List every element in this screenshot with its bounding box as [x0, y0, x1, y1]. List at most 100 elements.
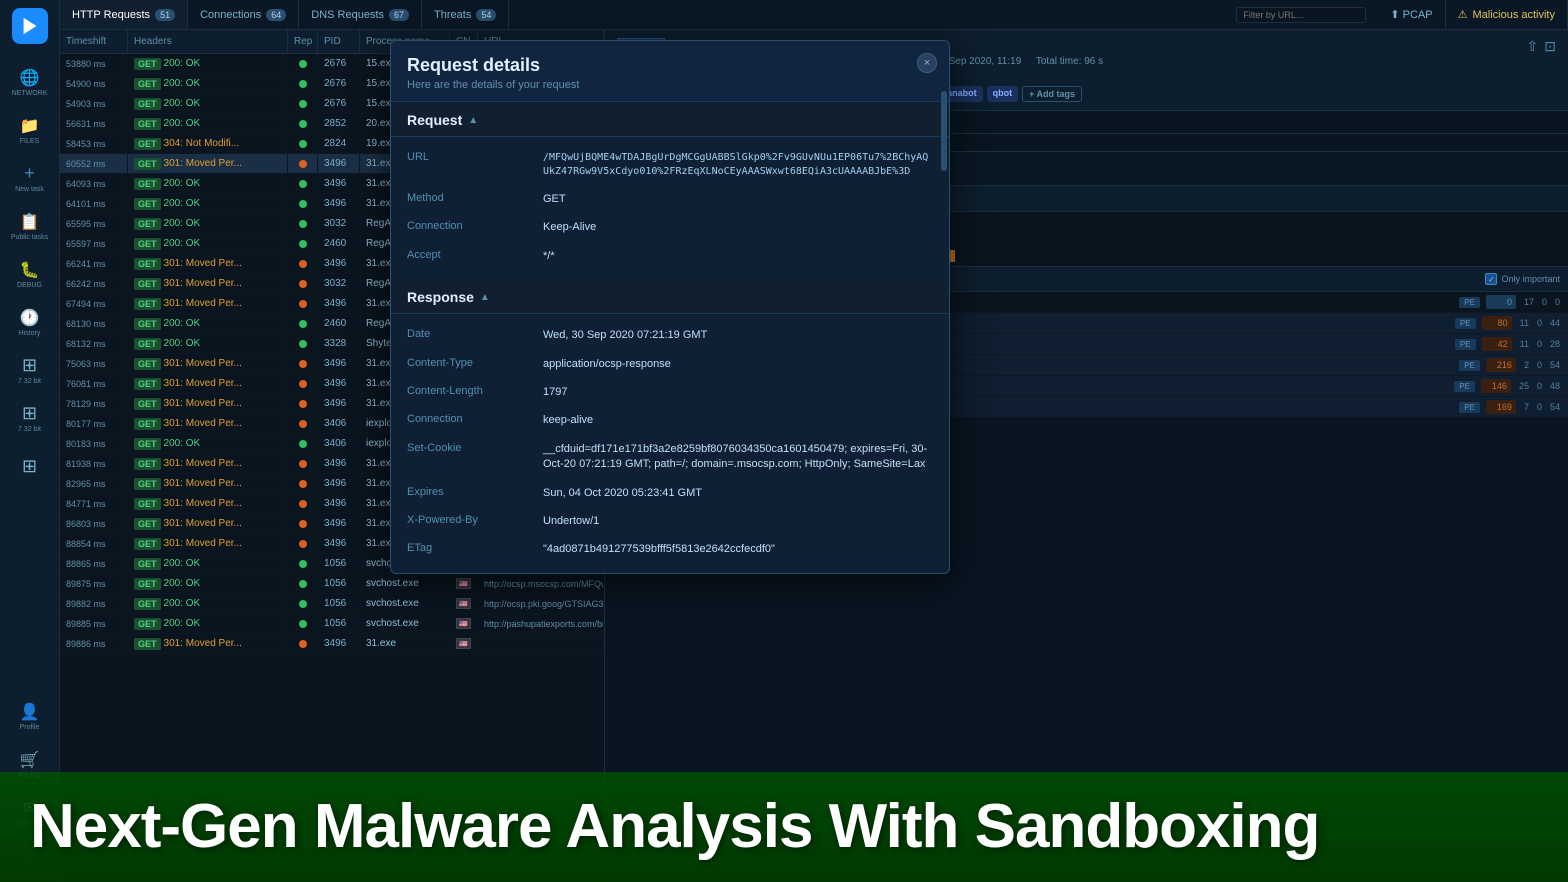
td-pid: 3496 — [318, 634, 360, 653]
only-important-checkbox[interactable] — [1485, 273, 1497, 285]
sidebar-item-network[interactable]: 🌐 NETWORK — [8, 60, 52, 104]
td-pid: 3496 — [318, 254, 360, 273]
modal-title: Request details — [407, 55, 933, 76]
field-expires: Expires Sun, 04 Oct 2020 05:23:41 GMT — [407, 480, 933, 508]
process-type: PE — [1459, 297, 1480, 308]
td-headers: GET200: OK — [128, 94, 288, 113]
process-type: PE — [1455, 339, 1476, 350]
td-cn: 🇺🇸 — [450, 594, 478, 613]
process-stats: 146 25 0 48 — [1481, 379, 1560, 393]
modal-header: Request details Here are the details of … — [391, 41, 949, 102]
table-row[interactable]: 89875 ms GET200: OK 1056 svchost.exe 🇺🇸 … — [60, 574, 604, 594]
td-headers: GET200: OK — [128, 214, 288, 233]
sidebar-item-public-tasks[interactable]: 📋 Public tasks — [8, 204, 52, 248]
filter-url-input[interactable] — [1236, 7, 1366, 23]
tab-connections[interactable]: Connections 64 — [188, 0, 299, 29]
share-icon[interactable]: ⇧ — [1527, 38, 1539, 55]
td-rep — [288, 134, 318, 153]
table-row[interactable]: 89882 ms GET200: OK 1056 svchost.exe 🇺🇸 … — [60, 594, 604, 614]
field-method: Method GET — [407, 186, 933, 214]
td-ts: 65597 ms — [60, 234, 128, 253]
td-ts: 53880 ms — [60, 54, 128, 73]
sidebar-item-debug[interactable]: 🐛 DEBUG — [8, 252, 52, 296]
tab-threats[interactable]: Threats 54 — [422, 0, 509, 29]
tab-http-requests[interactable]: HTTP Requests 51 — [60, 0, 188, 29]
td-headers: GET301: Moved Per... — [128, 514, 288, 533]
field-accept-value: */* — [543, 249, 933, 264]
th-headers: Headers — [128, 30, 288, 53]
process-type: PE — [1459, 402, 1480, 413]
td-ts: 66241 ms — [60, 254, 128, 273]
tag-qbot[interactable]: qbot — [987, 86, 1019, 102]
modal-close-button[interactable]: × — [917, 53, 937, 73]
maximize-icon[interactable]: ⊡ — [1544, 38, 1556, 55]
td-rep — [288, 74, 318, 93]
sidebar-item-history[interactable]: 🕐 History — [8, 300, 52, 344]
td-rep — [288, 174, 318, 193]
app-logo[interactable] — [12, 8, 48, 44]
new-task-icon: + — [24, 163, 35, 184]
td-pid: 3496 — [318, 534, 360, 553]
td-pname: svchost.exe — [360, 594, 450, 613]
debug-icon: 🐛 — [20, 260, 40, 280]
tab-dns-label: DNS Requests — [311, 9, 384, 21]
top-tab-bar: HTTP Requests 51 Connections 64 DNS Requ… — [60, 0, 1568, 30]
stat-value: 216 — [1486, 358, 1516, 372]
td-headers: GET301: Moved Per... — [128, 154, 288, 173]
td-headers: GET200: OK — [128, 314, 288, 333]
tab-dns-requests[interactable]: DNS Requests 67 — [299, 0, 422, 29]
field-etag: ETag "4ad0871b491277539bfff5f5813e2642cc… — [407, 536, 933, 564]
process-stats: 42 11 0 28 — [1482, 337, 1560, 351]
profile-icon: 👤 — [20, 702, 40, 722]
tab-malicious-activity[interactable]: ⚠ Malicious activity — [1445, 0, 1568, 29]
process-type: PE — [1454, 381, 1475, 392]
td-headers: GET301: Moved Per... — [128, 494, 288, 513]
response-section-header[interactable]: Response ▲ — [391, 279, 949, 314]
request-section-header[interactable]: Request ▲ — [391, 102, 949, 137]
td-rep — [288, 254, 318, 273]
td-ts: 60552 ms — [60, 154, 128, 173]
sidebar-item-new-task[interactable]: + New task — [8, 156, 52, 200]
field-accept: Accept */* — [407, 243, 933, 271]
td-ts: 89886 ms — [60, 634, 128, 653]
td-pid: 3496 — [318, 494, 360, 513]
td-ts: 80177 ms — [60, 414, 128, 433]
td-headers: GET200: OK — [128, 194, 288, 213]
td-headers: GET200: OK — [128, 74, 288, 93]
field-url: URL /MFQwUjBQME4wTDAJBgUrDgMCGgUABBSlGkp… — [407, 145, 933, 186]
td-pid: 3406 — [318, 434, 360, 453]
table-row[interactable]: 89885 ms GET200: OK 1056 svchost.exe 🇺🇸 … — [60, 614, 604, 634]
td-rep — [288, 394, 318, 413]
malicious-activity-icon: ⚠ — [1458, 8, 1468, 21]
modal-subtitle: Here are the details of your request — [407, 79, 933, 91]
sidebar-item-win7-2[interactable]: ⊞ 7 32 bit — [8, 396, 52, 440]
request-details-modal: Request details Here are the details of … — [390, 40, 950, 574]
field-content-type: Content-Type application/ocsp-response — [407, 351, 933, 379]
only-important-toggle[interactable]: Only important — [1485, 273, 1560, 285]
th-timeshift: Timeshift — [60, 30, 128, 53]
sidebar-item-win7-1[interactable]: ⊞ 7 32 bit — [8, 348, 52, 392]
td-ts: 65595 ms — [60, 214, 128, 233]
field-connection-label: Connection — [407, 220, 527, 232]
td-ts: 54900 ms — [60, 74, 128, 93]
table-row[interactable]: 89886 ms GET301: Moved Per... 3496 31.ex… — [60, 634, 604, 654]
sidebar-item-profile[interactable]: 👤 Profile — [8, 694, 52, 738]
td-cn: 🇺🇸 — [450, 634, 478, 653]
field-method-label: Method — [407, 192, 527, 204]
pcap-button[interactable]: ⬆ PCAP — [1378, 0, 1444, 29]
field-date: Date Wed, 30 Sep 2020 07:21:19 GMT — [407, 322, 933, 350]
field-content-length-label: Content-Length — [407, 385, 527, 397]
modal-scrollbar[interactable] — [941, 91, 947, 171]
td-ts: 88854 ms — [60, 534, 128, 553]
tag-add-button[interactable]: + Add tags — [1022, 86, 1082, 102]
request-toggle-icon: ▲ — [468, 115, 478, 126]
field-accept-label: Accept — [407, 249, 527, 261]
pricing-icon: 🛒 — [20, 750, 40, 770]
public-tasks-icon: 📋 — [20, 212, 40, 232]
td-headers: GET200: OK — [128, 574, 288, 593]
sidebar-item-files[interactable]: 📁 FILES — [8, 108, 52, 152]
td-url: http://ocsp.msocsp.com/MFQwUjBQME4w1DAJ8… — [478, 574, 604, 593]
td-rep — [288, 194, 318, 213]
sidebar-item-win-other[interactable]: ⊞ — [8, 444, 52, 488]
td-pid: 1056 — [318, 554, 360, 573]
